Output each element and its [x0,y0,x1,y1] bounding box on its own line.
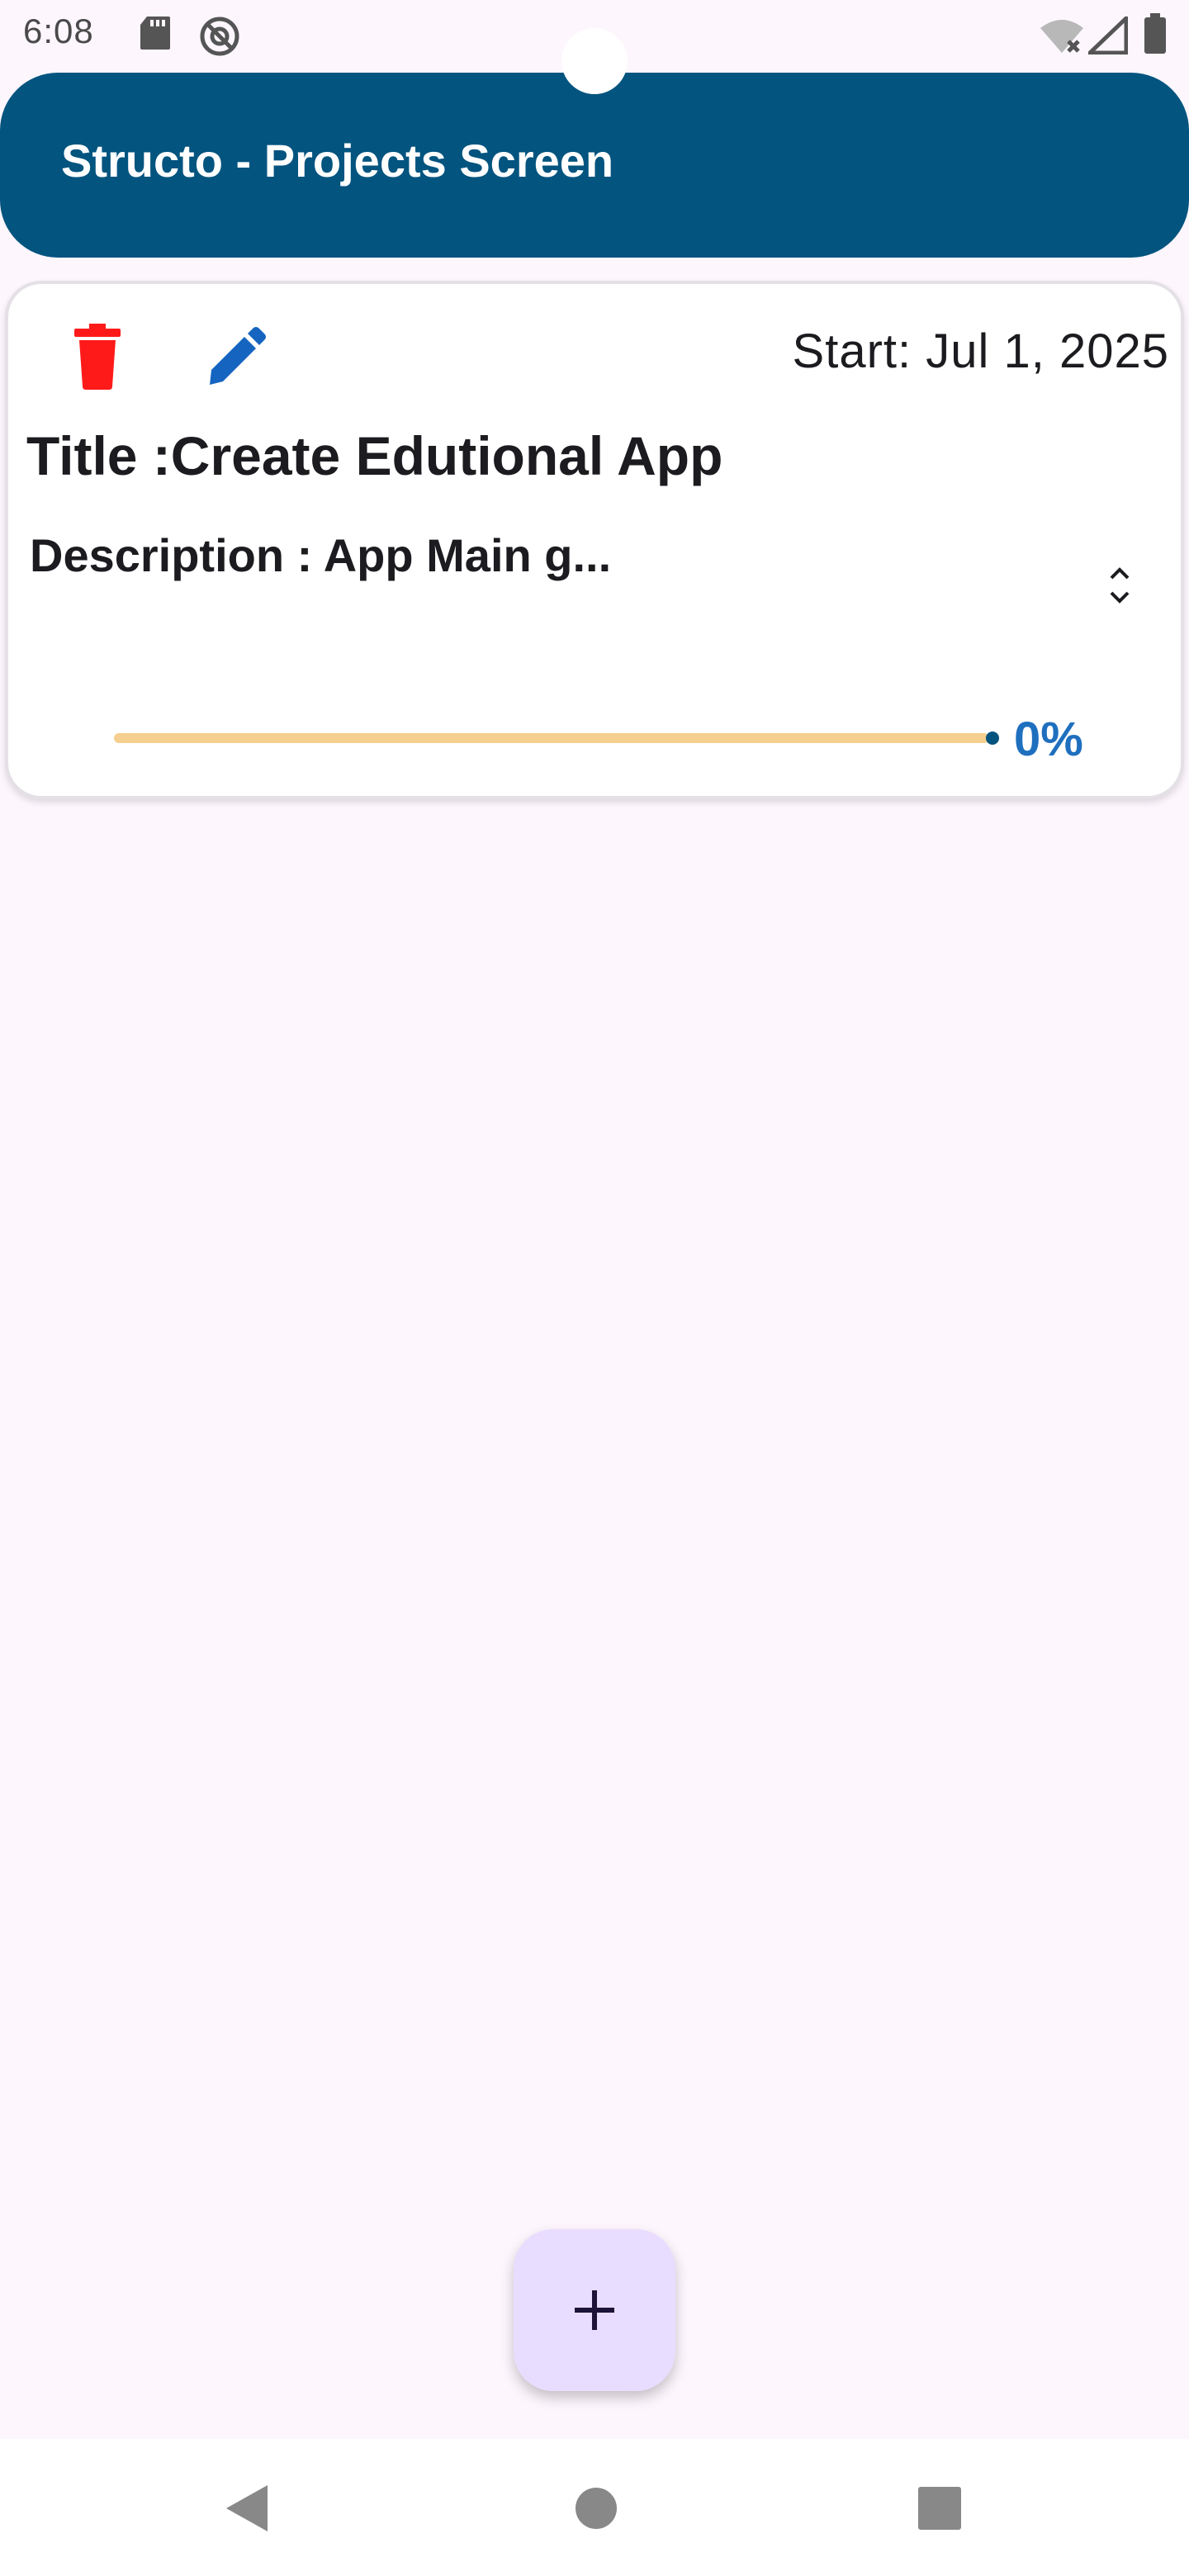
sd-card-icon [140,17,170,50]
progress-percentage: 0% [1014,713,1083,766]
start-date: Start: Jul 1, 2025 [792,324,1169,378]
recents-icon[interactable] [913,2482,966,2535]
back-icon[interactable] [221,2482,274,2535]
project-title: Title :Create Edutional App [26,425,723,486]
at-sign-icon [200,17,239,56]
battery-icon [1144,13,1166,54]
expand-collapse-icon[interactable] [1097,556,1143,614]
status-time: 6:08 [23,12,94,50]
app-bar: Structo - Projects Screen [0,73,1189,258]
progress-bar [114,733,989,743]
edit-icon[interactable] [201,322,271,391]
delete-icon[interactable] [63,322,132,391]
signal-icon [1088,17,1128,54]
navigation-bar [0,2439,1189,2576]
home-icon[interactable] [570,2482,623,2535]
project-card[interactable]: Start: Jul 1, 2025 Title :Create Edution… [5,281,1184,799]
add-project-button[interactable] [514,2229,675,2391]
progress-end-dot [986,732,999,745]
wifi-off-icon [1040,20,1083,53]
plus-icon [575,2290,614,2330]
project-description: Description : App Main g... [30,529,612,581]
camera-cutout [561,28,628,94]
app-title: Structo - Projects Screen [61,135,614,187]
